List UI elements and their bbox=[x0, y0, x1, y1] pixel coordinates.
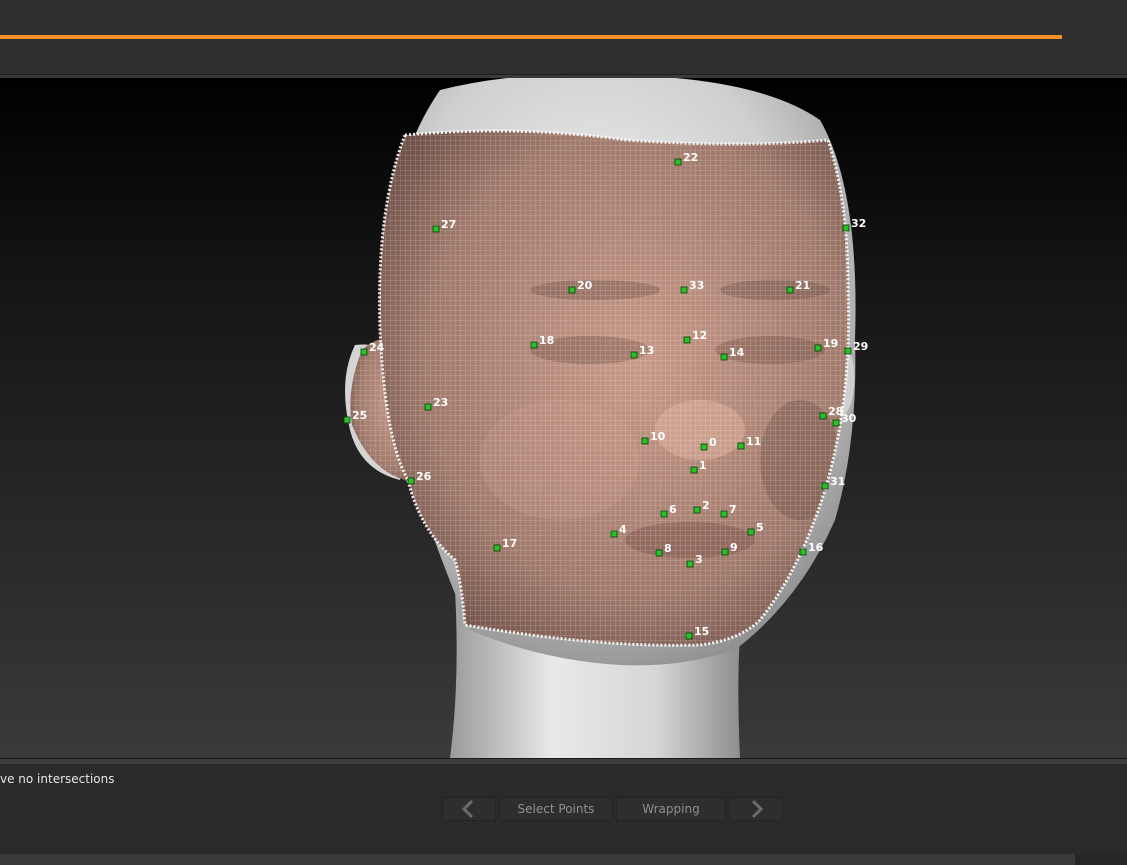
landmark-marker-14[interactable] bbox=[720, 353, 728, 361]
step-wrapping-button[interactable]: Wrapping bbox=[616, 797, 726, 821]
landmark-marker-7[interactable] bbox=[720, 510, 728, 518]
bottom-panel: ve no intersections Select Points Wrappi… bbox=[0, 764, 1127, 854]
landmark-marker-32[interactable] bbox=[842, 224, 850, 232]
landmark-marker-27[interactable] bbox=[432, 225, 440, 233]
landmark-marker-28[interactable] bbox=[819, 412, 827, 420]
landmark-marker-5[interactable] bbox=[747, 528, 755, 536]
footer-corner bbox=[1075, 854, 1127, 865]
landmark-label-7: 7 bbox=[729, 503, 737, 516]
landmark-marker-21[interactable] bbox=[786, 286, 794, 294]
app-window: 0 1 2 3 4 5 6 7 8 9 10 11 12 13 14 15 16 17 18 19 20 21 22 23 24… bbox=[0, 0, 1127, 865]
landmark-marker-22[interactable] bbox=[674, 158, 682, 166]
step-select-points-button[interactable]: Select Points bbox=[499, 797, 613, 821]
landmark-marker-23[interactable] bbox=[424, 403, 432, 411]
footer-strip bbox=[0, 854, 1127, 865]
landmark-label-16: 16 bbox=[808, 541, 824, 554]
landmark-marker-12[interactable] bbox=[683, 336, 691, 344]
landmark-marker-2[interactable] bbox=[693, 506, 701, 514]
landmark-label-10: 10 bbox=[650, 430, 666, 443]
landmark-marker-29[interactable] bbox=[844, 347, 852, 355]
landmark-marker-0[interactable] bbox=[700, 443, 708, 451]
landmark-marker-24[interactable] bbox=[360, 348, 368, 356]
wizard-nav-bar: Select Points Wrapping bbox=[442, 797, 784, 821]
chevron-left-icon bbox=[461, 799, 474, 819]
landmark-marker-4[interactable] bbox=[610, 530, 618, 538]
landmark-marker-25[interactable] bbox=[343, 416, 351, 424]
landmark-label-8: 8 bbox=[664, 542, 672, 555]
next-step-button[interactable] bbox=[729, 797, 783, 821]
top-panel bbox=[0, 0, 1127, 74]
landmark-marker-26[interactable] bbox=[407, 477, 415, 485]
landmark-marker-9[interactable] bbox=[721, 548, 729, 556]
landmark-label-31: 31 bbox=[830, 475, 845, 488]
landmark-label-18: 18 bbox=[539, 334, 554, 347]
landmark-label-11: 11 bbox=[746, 435, 761, 448]
landmark-label-15: 15 bbox=[694, 625, 709, 638]
landmark-label-32: 32 bbox=[851, 217, 866, 230]
landmark-marker-16[interactable] bbox=[799, 548, 807, 556]
landmark-marker-15[interactable] bbox=[685, 632, 693, 640]
landmark-label-5: 5 bbox=[756, 521, 764, 534]
landmark-label-24: 24 bbox=[369, 341, 385, 354]
landmark-marker-8[interactable] bbox=[655, 549, 663, 557]
landmark-label-27: 27 bbox=[441, 218, 456, 231]
landmark-label-3: 3 bbox=[695, 553, 703, 566]
landmark-marker-13[interactable] bbox=[630, 351, 638, 359]
landmark-marker-11[interactable] bbox=[737, 442, 745, 450]
landmark-label-22: 22 bbox=[683, 151, 698, 164]
landmark-marker-18[interactable] bbox=[530, 341, 538, 349]
landmark-label-21: 21 bbox=[795, 279, 810, 292]
landmark-label-13: 13 bbox=[639, 344, 654, 357]
3d-viewport[interactable]: 0 1 2 3 4 5 6 7 8 9 10 11 12 13 14 15 16 17 18 19 20 21 22 23 24… bbox=[0, 78, 1127, 758]
landmark-marker-30[interactable] bbox=[832, 419, 840, 427]
landmark-marker-10[interactable] bbox=[641, 437, 649, 445]
landmark-label-19: 19 bbox=[823, 337, 838, 350]
landmark-marker-6[interactable] bbox=[660, 510, 668, 518]
landmark-label-33: 33 bbox=[689, 279, 704, 292]
landmark-marker-1[interactable] bbox=[690, 466, 698, 474]
landmark-marker-19[interactable] bbox=[814, 344, 822, 352]
status-message: ve no intersections bbox=[0, 772, 115, 786]
chevron-right-icon bbox=[751, 799, 764, 819]
viewport-scene[interactable]: 01234 56 78 910 111213 1415161718 1920 21222324… bbox=[0, 78, 1127, 758]
landmark-label-29: 29 bbox=[853, 340, 868, 353]
landmark-marker-33[interactable] bbox=[680, 286, 688, 294]
landmark-label-6: 6 bbox=[669, 503, 677, 516]
landmark-marker-20[interactable] bbox=[568, 286, 576, 294]
previous-step-button[interactable] bbox=[442, 797, 496, 821]
landmark-label-14: 14 bbox=[729, 346, 745, 359]
landmark-label-9: 9 bbox=[730, 541, 738, 554]
landmark-label-25: 25 bbox=[352, 409, 367, 422]
landmark-label-26: 26 bbox=[416, 470, 432, 483]
landmark-marker-3[interactable] bbox=[686, 560, 694, 568]
landmark-label-23: 23 bbox=[433, 396, 448, 409]
landmark-marker-17[interactable] bbox=[493, 544, 501, 552]
landmark-label-30: 30 bbox=[841, 412, 857, 425]
landmark-label-17: 17 bbox=[502, 537, 517, 550]
landmark-label-20: 20 bbox=[577, 279, 593, 292]
landmark-label-1: 1 bbox=[699, 459, 707, 472]
landmark-label-0: 0 bbox=[709, 436, 717, 449]
progress-bar-fill bbox=[0, 35, 1062, 39]
landmark-label-12: 12 bbox=[692, 329, 707, 342]
progress-bar bbox=[0, 35, 1062, 39]
landmark-label-2: 2 bbox=[702, 499, 710, 512]
landmark-marker-31[interactable] bbox=[821, 482, 829, 490]
landmark-label-4: 4 bbox=[619, 523, 627, 536]
face-mesh[interactable] bbox=[370, 120, 860, 660]
